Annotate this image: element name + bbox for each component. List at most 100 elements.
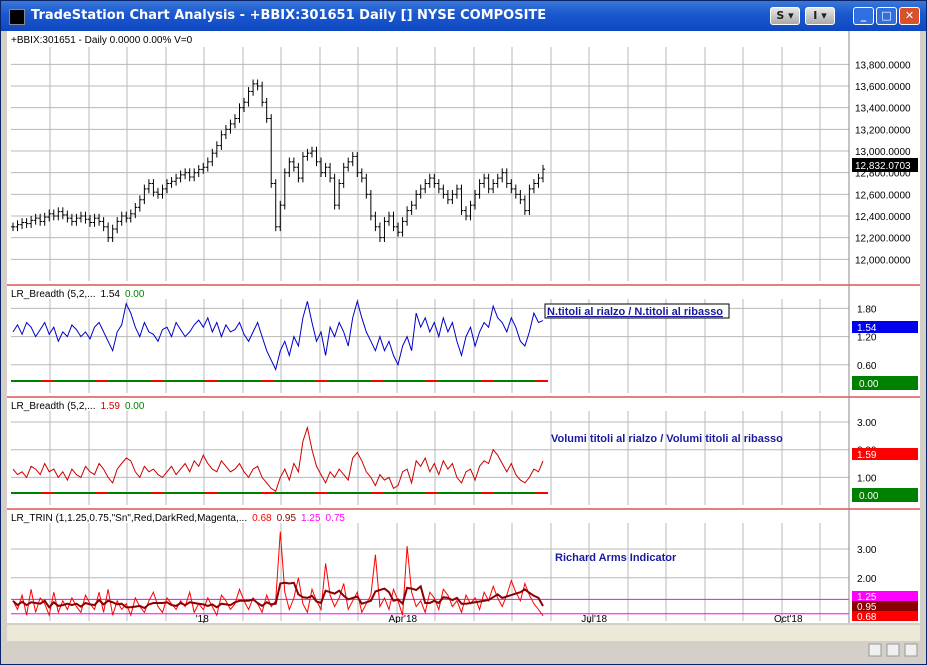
price-bar	[350, 152, 355, 167]
price-bar	[477, 179, 482, 199]
price-bar	[119, 211, 124, 226]
price-bar	[355, 152, 360, 177]
price-bar	[219, 130, 224, 150]
breadth-count-panel[interactable]: LR_Breadth (5,2,... 1.54 0.00 1.80 1.20 0.60…	[11, 289, 918, 393]
price-bar	[504, 168, 509, 188]
s-menu-button[interactable]: S ▾	[770, 7, 800, 25]
price-bar	[409, 200, 414, 215]
price-bar	[463, 206, 468, 221]
price-tick-label: 13,000.0000	[855, 147, 911, 158]
price-tick-label: 13,200.0000	[855, 125, 911, 136]
chart-area[interactable]: +BBIX:301651 - Daily 0.0000 0.00% V=0 13…	[7, 31, 920, 625]
price-bar	[205, 157, 210, 172]
price-bar	[400, 217, 405, 237]
trin-annotation: Richard Arms Indicator	[555, 552, 677, 564]
price-bar	[522, 195, 527, 215]
price-bar	[155, 187, 160, 199]
price-bar	[192, 168, 197, 182]
breadth-count-tick-label: 0.60	[857, 361, 877, 372]
title-bar[interactable]: TradeStation Chart Analysis - +BBIX:3016…	[1, 1, 926, 31]
price-bar	[160, 184, 165, 199]
price-bar	[527, 184, 532, 215]
breadth-volume-lines	[11, 425, 548, 494]
price-bar	[115, 217, 120, 234]
price-bar	[482, 173, 487, 188]
trin-panel[interactable]: LR_TRIN (1,1.25,0.75,"Sn",Red,DarkRed,Ma…	[11, 513, 918, 623]
price-bar	[169, 177, 174, 188]
price-bar	[491, 179, 496, 194]
price-bar	[414, 190, 419, 210]
price-bar	[56, 207, 61, 221]
price-bar	[332, 173, 337, 210]
price-bar	[391, 211, 396, 232]
price-bar	[382, 217, 387, 242]
price-bar	[24, 218, 29, 228]
price-bar	[423, 179, 428, 194]
price-bar	[445, 190, 450, 205]
price-bar	[273, 179, 278, 232]
breadth-count-series-line	[12, 299, 544, 371]
price-tick-label: 13,600.0000	[855, 82, 911, 93]
price-bar	[386, 211, 391, 226]
price-bar	[47, 209, 52, 222]
breadth-volume-last-label: 1.59	[857, 450, 877, 461]
price-bar	[513, 184, 518, 199]
i-menu-button[interactable]: I ▾	[805, 7, 835, 25]
horizontal-scrollbar[interactable]	[7, 625, 920, 641]
trin-tick-label: 3.00	[857, 545, 877, 556]
breadth-count-lines	[11, 299, 548, 382]
x-tick-label: Oct'18	[774, 614, 803, 623]
price-panel[interactable]: +BBIX:301651 - Daily 0.0000 0.00% V=0 13…	[11, 35, 918, 281]
price-bar	[364, 173, 369, 199]
breadth-count-annotation: N.titoli al rialzo / N.titoli al ribasso	[547, 306, 723, 318]
breadth-volume-grid	[11, 411, 849, 505]
price-bar	[314, 146, 319, 167]
price-tick-label: 13,800.0000	[855, 60, 911, 71]
price-bar	[346, 157, 351, 172]
price-bar	[146, 179, 151, 194]
trin-header: LR_TRIN (1,1.25,0.75,"Sn",Red,DarkRed,Ma…	[11, 513, 345, 524]
close-button[interactable]: ✕	[899, 7, 920, 25]
price-bar	[183, 168, 188, 180]
price-bar	[541, 164, 545, 183]
price-bars	[11, 79, 545, 242]
maximize-button[interactable]: □	[876, 7, 897, 25]
price-bar	[106, 222, 111, 242]
price-bar	[377, 222, 382, 242]
trin-lower-label: 0.68	[857, 612, 877, 623]
price-bar	[51, 209, 56, 221]
breadth-count-tick-label: 1.80	[857, 304, 877, 315]
price-bar	[454, 184, 459, 199]
price-bar	[459, 184, 464, 215]
breadth-volume-panel[interactable]: LR_Breadth (5,2,...1.590.00 3.002.001.00…	[11, 401, 918, 505]
price-bar	[500, 168, 505, 183]
breadth-volume-annotation: Volumi titoli al rialzo / Volumi titoli …	[551, 433, 783, 445]
price-bar	[101, 217, 106, 232]
trin-tick-label: 2.00	[857, 574, 877, 585]
price-bar	[260, 81, 265, 107]
price-bar	[187, 168, 192, 182]
price-bar	[291, 157, 296, 172]
price-bar	[251, 79, 256, 96]
price-bar	[287, 157, 292, 177]
price-tick-label: 12,600.0000	[855, 190, 911, 201]
price-bar	[341, 162, 346, 188]
price-bar	[232, 114, 237, 129]
price-bar	[42, 212, 47, 226]
price-bar	[427, 173, 432, 188]
window-title: TradeStation Chart Analysis - +BBIX:3016…	[31, 8, 547, 23]
x-tick-label: Jul'18	[581, 614, 607, 623]
price-bar	[223, 125, 228, 140]
breadth-count-zero-label: 0.00	[859, 379, 879, 390]
breadth-volume-tick-label: 3.00	[857, 418, 877, 429]
price-bar	[83, 211, 88, 224]
price-bar	[309, 146, 314, 158]
price-bar	[174, 173, 179, 186]
price-bar	[359, 168, 364, 183]
minimize-button[interactable]: _	[853, 7, 874, 25]
price-bar	[201, 162, 206, 174]
price-grid	[11, 47, 849, 281]
price-tick-label: 12,400.0000	[855, 212, 911, 223]
x-tick-label: Apr'18	[388, 614, 417, 623]
price-bar	[124, 211, 129, 223]
